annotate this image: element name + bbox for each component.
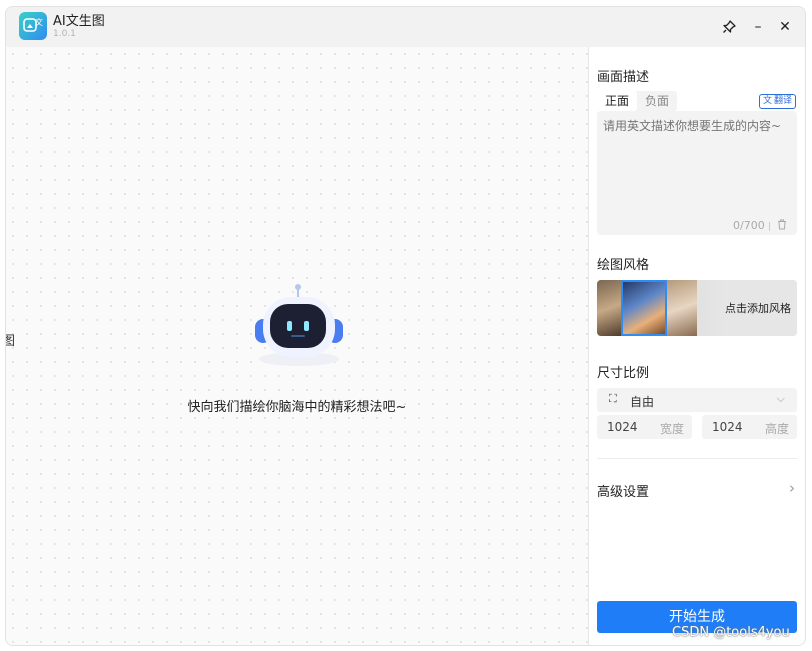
minimize-button[interactable]: – (746, 15, 770, 39)
watermark: CSDN @tools4you (672, 625, 790, 640)
height-value: 1024 (712, 420, 743, 434)
app-version: 1.0.1 (53, 29, 76, 39)
description-title: 画面描述 (597, 70, 650, 85)
style-thumb (667, 280, 697, 336)
pin-icon (723, 20, 736, 33)
title-bar: 文 AI文生图 1.0.1 – ✕ (6, 7, 805, 47)
svg-text:文: 文 (35, 17, 43, 27)
trash-icon (778, 219, 786, 230)
minimize-icon: – (754, 19, 762, 35)
description-tabs: 正面 负面 (597, 91, 678, 111)
translate-icon: 文 (763, 96, 773, 106)
counter-separator (769, 222, 770, 231)
width-value: 1024 (607, 420, 638, 434)
chevron-down-icon: ⌵ (776, 392, 785, 405)
section-divider (597, 458, 797, 459)
tab-negative[interactable]: 负面 (637, 91, 677, 111)
size-title: 尺寸比例 (597, 366, 650, 381)
chevron-right-icon: › (789, 479, 795, 497)
app-title: AI文生图 (53, 14, 105, 29)
pin-button[interactable] (717, 15, 741, 39)
settings-panel: 画面描述 正面 负面 文 翻译 0/700 绘图风格 点击添加风格 尺寸比例 ⛶ (589, 47, 805, 645)
prompt-input[interactable] (597, 111, 797, 235)
app-logo-icon: 文 (19, 12, 47, 40)
expand-icon: ⛶ (609, 392, 617, 405)
tab-positive[interactable]: 正面 (597, 91, 638, 111)
close-icon: ✕ (779, 19, 791, 35)
style-picker[interactable]: 点击添加风格 (597, 280, 797, 336)
advanced-settings-label: 高级设置 (597, 485, 650, 500)
canvas-hint: 快向我们描绘你脑海中的精彩想法吧~ (187, 400, 407, 415)
width-label: 宽度 (659, 422, 684, 436)
char-counter: 0/700 (733, 219, 765, 232)
add-style-label: 点击添加风格 (725, 302, 791, 315)
translate-label: 翻译 (774, 96, 793, 106)
canvas-area: 图 快向我们描绘你脑海中的精彩想法吧~ (6, 47, 588, 645)
clear-button[interactable] (777, 219, 787, 233)
ratio-select[interactable]: ⛶ 自由 ⌵ (597, 388, 797, 412)
advanced-settings-row[interactable]: 高级设置 › (597, 479, 797, 501)
close-button[interactable]: ✕ (773, 15, 797, 39)
style-title: 绘图风格 (597, 258, 650, 273)
width-field[interactable]: 1024 宽度 (597, 415, 692, 439)
app-window: 文 AI文生图 1.0.1 – ✕ 图 (5, 6, 806, 646)
style-thumb (597, 280, 623, 336)
style-thumb-selected (621, 280, 667, 336)
edge-text: 图 (6, 330, 15, 349)
translate-button[interactable]: 文 翻译 (759, 94, 797, 109)
height-label: 高度 (764, 422, 789, 436)
ratio-value: 自由 (630, 395, 655, 409)
height-field[interactable]: 1024 高度 (702, 415, 797, 439)
robot-illustration-icon (249, 279, 349, 373)
